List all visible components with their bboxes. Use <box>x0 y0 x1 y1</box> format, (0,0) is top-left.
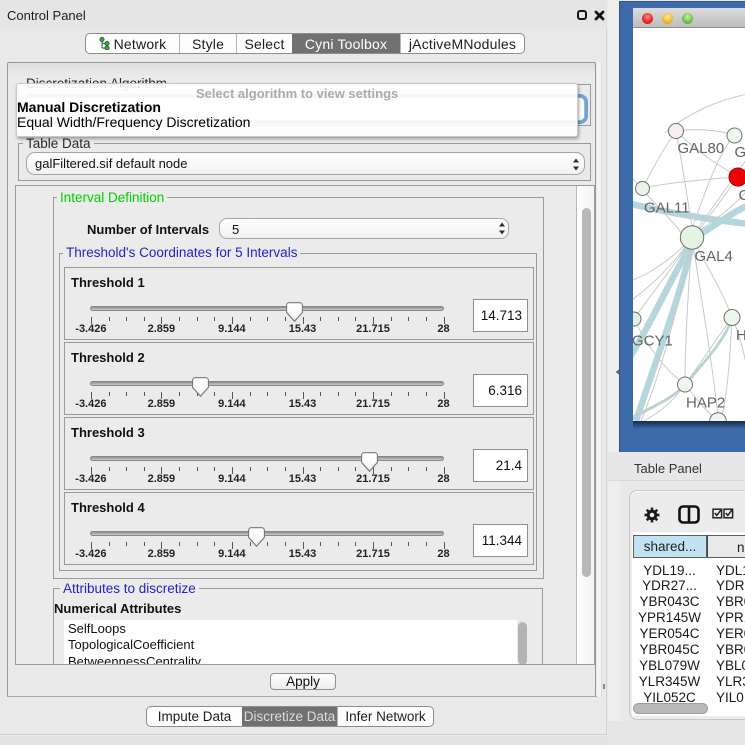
svg-text:H: H <box>736 327 745 344</box>
svg-text:GAL11: GAL11 <box>644 200 690 217</box>
svg-text:GCY1: GCY1 <box>633 333 673 350</box>
svg-text:GA: GA <box>735 144 745 161</box>
svg-text:HAP2: HAP2 <box>686 395 725 412</box>
svg-text:GAL80: GAL80 <box>678 140 725 157</box>
svg-text:C: C <box>739 187 745 204</box>
svg-text:GAL4: GAL4 <box>695 248 733 265</box>
